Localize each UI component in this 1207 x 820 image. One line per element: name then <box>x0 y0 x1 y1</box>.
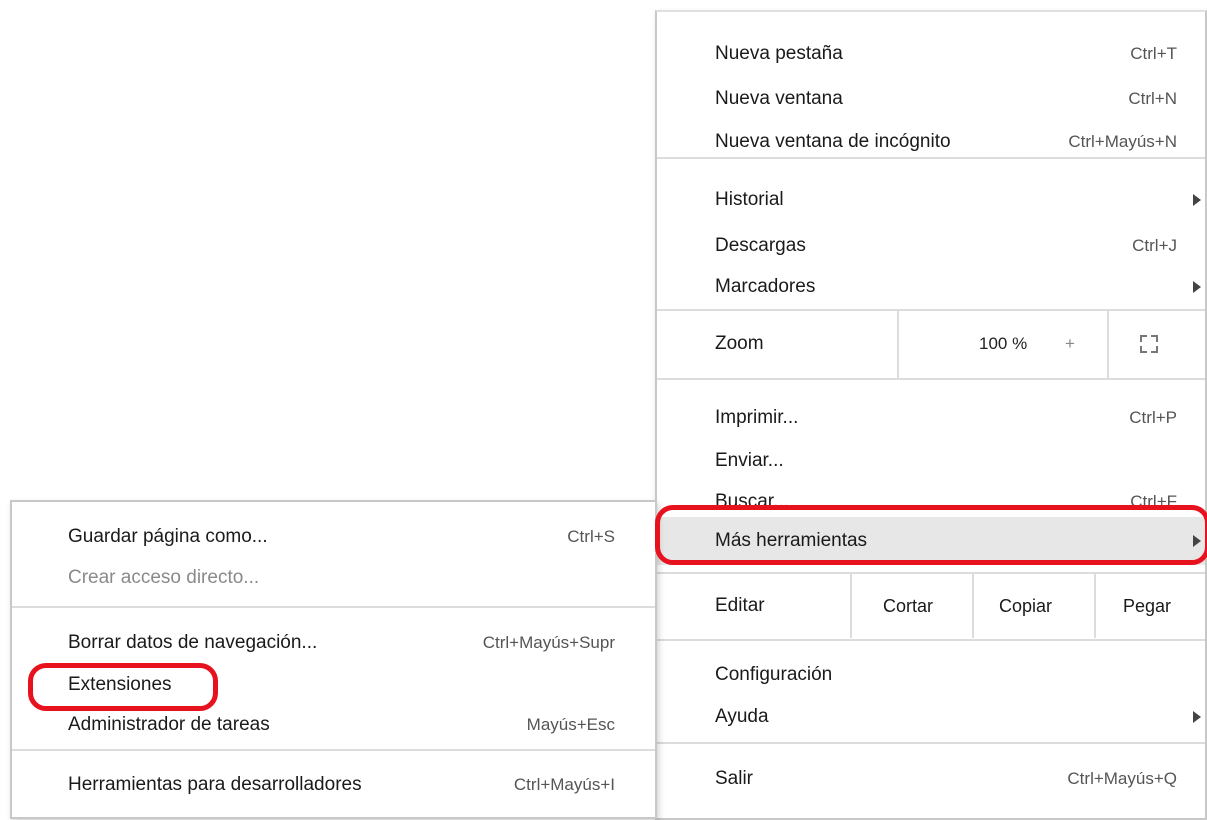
menu-item-label: Guardar página como... <box>68 526 268 547</box>
menu-item-downloads[interactable]: Descargas Ctrl+J <box>657 226 1205 266</box>
menu-item-label: Nueva pestaña <box>715 43 843 64</box>
menu-item-label: Ayuda <box>715 706 769 727</box>
edit-label: Editar <box>715 595 765 616</box>
menu-separator <box>12 606 655 608</box>
menu-edit-row: Editar Cortar Copiar Pegar <box>657 574 1205 638</box>
fullscreen-icon[interactable] <box>1140 335 1158 353</box>
menu-item-new-tab[interactable]: Nueva pestaña Ctrl+T <box>657 34 1205 74</box>
menu-item-label: Borrar datos de navegación... <box>68 632 318 653</box>
shortcut-label: Ctrl+F <box>1130 492 1177 511</box>
chrome-main-menu: Nueva pestaña Ctrl+T Nueva ventana Ctrl+… <box>655 10 1207 820</box>
menu-item-more-tools[interactable]: Más herramientas <box>657 517 1205 565</box>
shortcut-label: Ctrl+P <box>1129 408 1177 427</box>
menu-item-label: Salir <box>715 768 754 789</box>
menu-item-print[interactable]: Imprimir... Ctrl+P <box>657 398 1205 438</box>
menu-item-send[interactable]: Enviar... <box>657 441 1205 481</box>
shortcut-label: Mayús+Esc <box>526 715 615 734</box>
more-tools-submenu: Guardar página como... Ctrl+S Crear acce… <box>10 500 657 819</box>
menu-zoom-row: Zoom 100 % + <box>657 310 1205 378</box>
menu-item-label: Crear acceso directo... <box>68 567 260 588</box>
menu-item-label: Marcadores <box>715 276 816 297</box>
menu-item-label: Enviar... <box>715 450 784 471</box>
shortcut-label: Ctrl+Mayús+N <box>1068 132 1177 151</box>
edit-divider <box>850 574 852 638</box>
menu-item-label: Imprimir... <box>715 407 799 428</box>
menu-item-bookmarks[interactable]: Marcadores <box>657 267 1205 307</box>
menu-item-label: Herramientas para desarrolladores <box>68 774 362 795</box>
menu-item-settings[interactable]: Configuración <box>657 655 1205 695</box>
submenu-item-developer-tools[interactable]: Herramientas para desarrolladores Ctrl+M… <box>12 765 655 805</box>
menu-item-history[interactable]: Historial <box>657 180 1205 220</box>
menu-item-exit[interactable]: Salir Ctrl+Mayús+Q <box>657 759 1205 799</box>
submenu-item-extensions[interactable]: Extensiones <box>12 665 655 705</box>
submenu-arrow-icon <box>1193 194 1201 206</box>
zoom-label: Zoom <box>715 333 764 354</box>
menu-separator <box>657 742 1205 744</box>
menu-separator <box>12 749 655 751</box>
shortcut-label: Ctrl+Mayús+I <box>513 775 615 794</box>
menu-item-label: Administrador de tareas <box>68 714 270 735</box>
menu-separator <box>657 639 1205 641</box>
menu-item-label: Descargas <box>715 235 806 256</box>
submenu-item-save-page[interactable]: Guardar página como... Ctrl+S <box>12 517 655 557</box>
zoom-in-button[interactable]: + <box>1065 334 1075 354</box>
submenu-arrow-icon <box>1193 281 1201 293</box>
menu-item-label: Nueva ventana de incógnito <box>715 131 951 152</box>
shortcut-label: Ctrl+S <box>567 527 615 546</box>
menu-item-new-window[interactable]: Nueva ventana Ctrl+N <box>657 79 1205 119</box>
menu-item-label: Buscar... <box>715 491 789 512</box>
menu-item-label: Más herramientas <box>715 530 868 551</box>
menu-separator <box>657 157 1205 159</box>
zoom-divider <box>897 310 899 378</box>
submenu-arrow-icon <box>1193 535 1201 547</box>
shortcut-label: Ctrl+T <box>1130 44 1177 63</box>
submenu-item-create-shortcut[interactable]: Crear acceso directo... <box>12 558 655 598</box>
shortcut-label: Ctrl+Mayús+Supr <box>482 633 615 652</box>
zoom-divider <box>1107 310 1109 378</box>
menu-item-incognito-window[interactable]: Nueva ventana de incógnito Ctrl+Mayús+N <box>657 122 1205 162</box>
zoom-value: 100 % <box>979 334 1028 353</box>
cut-button[interactable]: Cortar <box>883 596 933 617</box>
submenu-item-clear-browsing-data[interactable]: Borrar datos de navegación... Ctrl+Mayús… <box>12 623 655 663</box>
submenu-item-task-manager[interactable]: Administrador de tareas Mayús+Esc <box>12 705 655 745</box>
edit-divider <box>1094 574 1096 638</box>
shortcut-label: Ctrl+J <box>1132 236 1177 255</box>
menu-item-label: Configuración <box>715 664 833 685</box>
submenu-arrow-icon <box>1193 711 1201 723</box>
edit-divider <box>972 574 974 638</box>
menu-item-label: Extensiones <box>68 674 172 695</box>
menu-item-help[interactable]: Ayuda <box>657 697 1205 737</box>
copy-button[interactable]: Copiar <box>999 596 1052 617</box>
shortcut-label: Ctrl+N <box>1128 89 1177 108</box>
shortcut-label: Ctrl+Mayús+Q <box>1067 769 1177 788</box>
menu-separator <box>657 378 1205 380</box>
menu-item-label: Nueva ventana <box>715 88 843 109</box>
paste-button[interactable]: Pegar <box>1123 596 1171 617</box>
menu-item-label: Historial <box>715 189 784 210</box>
menu-item-find[interactable]: Buscar... Ctrl+F <box>657 482 1205 522</box>
